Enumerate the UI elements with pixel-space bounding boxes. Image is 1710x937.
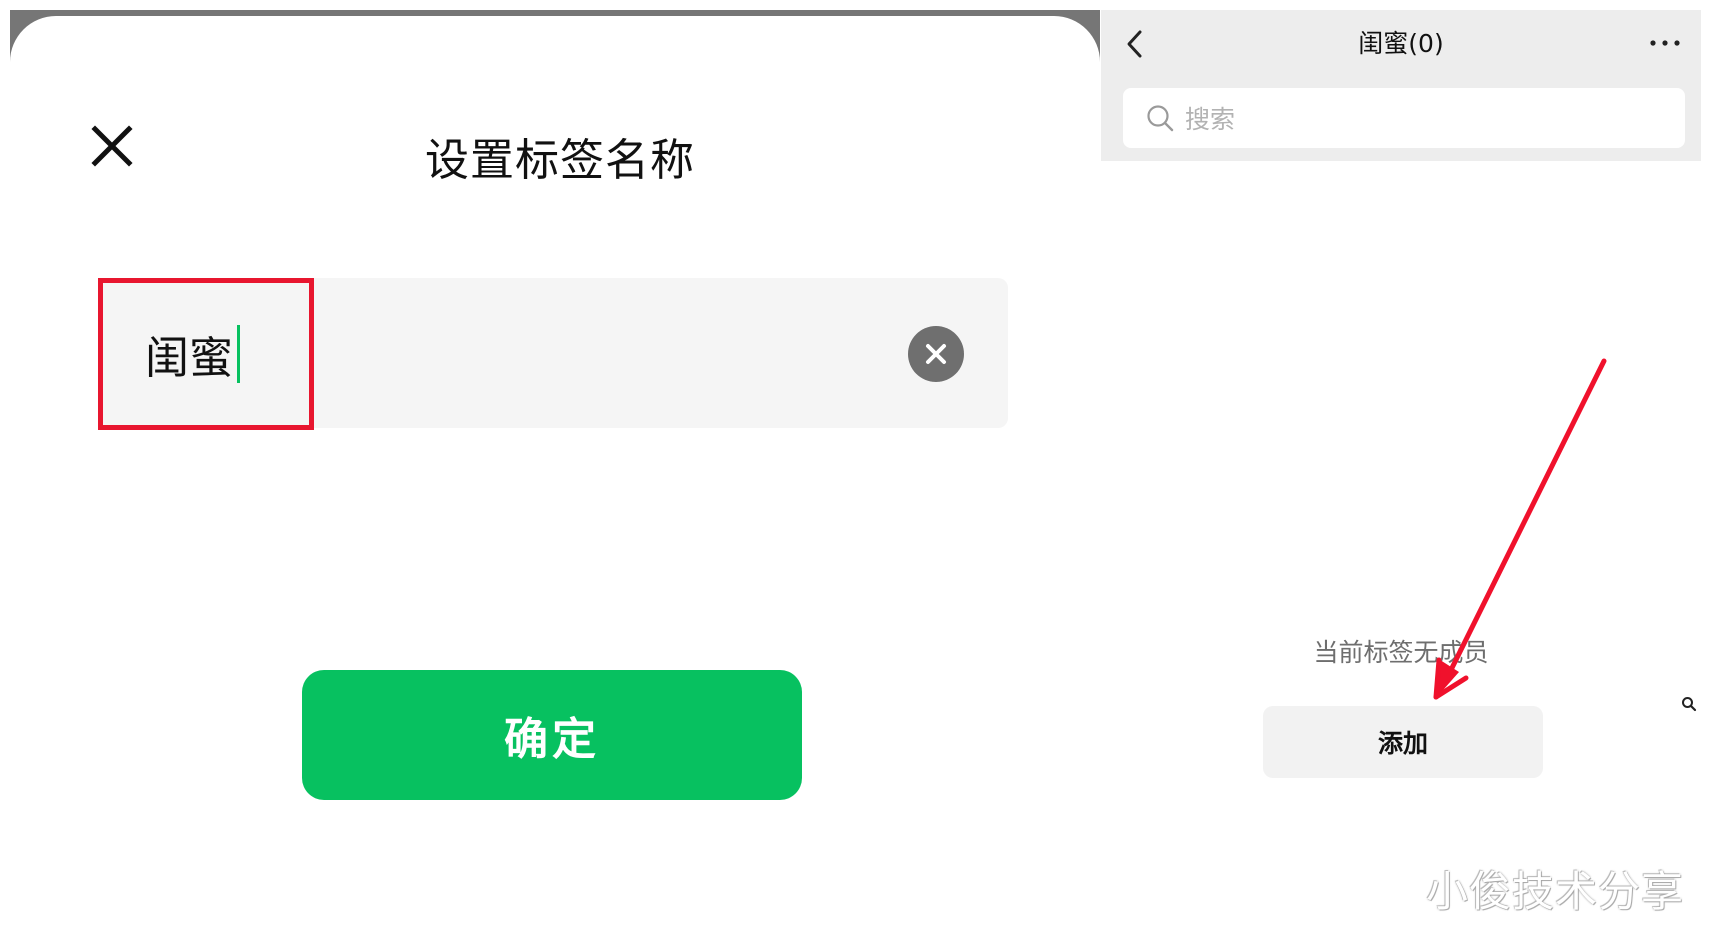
empty-members-message: 当前标签无成员 (1313, 638, 1489, 667)
tag-page-header: 闺蜜(0) 搜索 (1101, 10, 1701, 161)
text-caret (237, 325, 240, 383)
add-member-button[interactable]: 添加 (1263, 706, 1543, 778)
tag-name-input[interactable]: 闺蜜 (98, 278, 1008, 430)
screenshot-composite: 设置标签名称 闺蜜 确定 闺蜜(0) 搜索 当前标签无成员 添加 小俊技术分享 (0, 0, 1710, 937)
back-arrow-icon (1127, 30, 1142, 58)
search-icon (1147, 105, 1174, 132)
dialog-title: 设置标签名称 (425, 135, 695, 186)
tag-detail-panel: 闺蜜(0) 搜索 当前标签无成员 添加 (1101, 10, 1701, 937)
more-dots-icon (1650, 40, 1680, 46)
set-tag-name-panel: 设置标签名称 闺蜜 确定 (10, 10, 1100, 937)
clear-icon (926, 344, 946, 364)
clear-input-button[interactable] (908, 326, 964, 382)
tag-name-value: 闺蜜 (145, 333, 233, 384)
tag-page-title: 闺蜜(0) (1358, 29, 1444, 58)
close-icon (91, 125, 133, 167)
more-options-button[interactable] (1645, 26, 1685, 60)
watermark: 小俊技术分享 (1426, 867, 1685, 916)
highlighted-value-box: 闺蜜 (98, 278, 314, 430)
search-input[interactable]: 搜索 (1123, 88, 1685, 148)
confirm-button[interactable]: 确定 (302, 670, 802, 800)
close-button[interactable] (82, 116, 142, 176)
dialog-sheet: 设置标签名称 闺蜜 确定 (10, 16, 1100, 937)
back-button[interactable] (1119, 24, 1151, 64)
search-placeholder: 搜索 (1185, 105, 1236, 134)
small-search-icon (1682, 697, 1697, 712)
